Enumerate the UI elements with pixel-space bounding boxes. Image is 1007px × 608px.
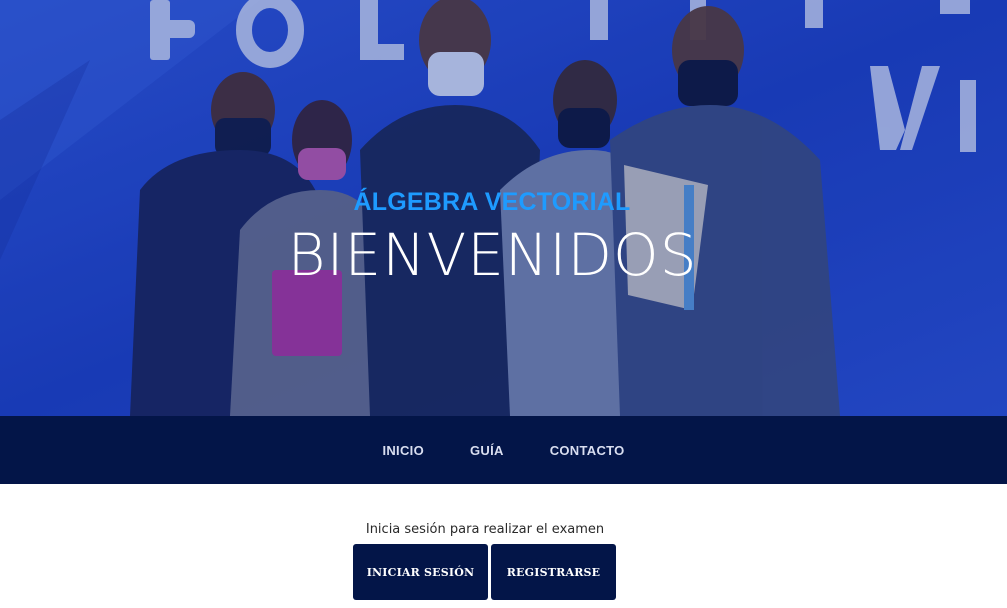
- hero-title: BIENVENIDOS: [287, 221, 698, 289]
- register-button[interactable]: REGISTRARSE: [491, 544, 616, 600]
- login-section: Inicia sesión para realizar el examen IN…: [0, 484, 1007, 608]
- hero-subtitle: ÁLGEBRA VECTORIAL: [353, 188, 631, 216]
- nav-item-guia[interactable]: GUÍA: [470, 443, 504, 458]
- hero-text: ÁLGEBRA VECTORIAL BIENVENIDOS: [0, 186, 1007, 288]
- login-prompt: Inicia sesión para realizar el examen: [365, 522, 605, 537]
- login-button[interactable]: INICIAR SESIÓN: [353, 544, 488, 600]
- hero-banner: ÁLGEBRA VECTORIAL BIENVENIDOS: [0, 0, 1007, 416]
- main-navbar: INICIO GUÍA CONTACTO: [0, 416, 1007, 484]
- nav-item-contacto[interactable]: CONTACTO: [550, 443, 625, 458]
- nav-item-inicio[interactable]: INICIO: [382, 443, 424, 458]
